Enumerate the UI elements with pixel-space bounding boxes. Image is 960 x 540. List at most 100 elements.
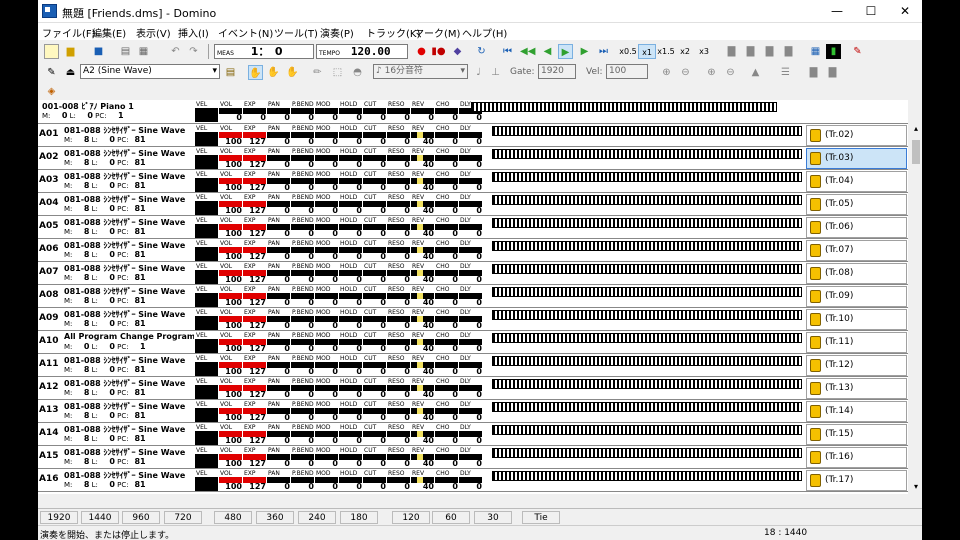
controller-reso[interactable]: RESO 0 (387, 148, 411, 169)
controller-dly[interactable]: DLY 0 (459, 125, 483, 146)
controller-cho[interactable]: CHO 0 (435, 378, 459, 399)
division-tick[interactable]: 60 (432, 511, 470, 524)
properties-icon[interactable]: ▤ (118, 44, 133, 59)
controller-pbend[interactable]: P.BEND 0 (291, 148, 315, 169)
controller-vel[interactable]: VEL (195, 217, 219, 238)
speed-button[interactable]: x2 (676, 44, 694, 59)
print-icon[interactable]: ▦ (136, 44, 151, 59)
tool-icon[interactable]: ▇ (724, 44, 739, 59)
controller-hold[interactable]: HOLD 0 (339, 401, 363, 422)
track-row[interactable]: A10 All Program Change Program C M: 0 L: 0 P… (38, 331, 908, 354)
controller-mod[interactable]: MOD 0 (315, 286, 339, 307)
controller-vol[interactable]: VOL 100 (219, 217, 243, 238)
track-keyboard[interactable] (492, 356, 802, 366)
controller-cut[interactable]: CUT 0 (363, 332, 387, 353)
controller-vol[interactable]: VOL 0 (219, 101, 243, 122)
track-output-button[interactable]: (Tr.04) (806, 171, 907, 192)
controller-exp[interactable]: EXP 127 (243, 125, 267, 146)
controller-cho[interactable]: CHO 0 (435, 125, 459, 146)
controller-mod[interactable]: MOD 0 (315, 424, 339, 445)
controller-reso[interactable]: RESO 0 (387, 101, 411, 122)
controller-exp[interactable]: EXP 127 (243, 470, 267, 491)
controller-vol[interactable]: VOL 100 (219, 194, 243, 215)
track-output-button[interactable]: (Tr.14) (806, 401, 907, 422)
controller-cho[interactable]: CHO 0 (435, 470, 459, 491)
track-row[interactable]: A05 081-088 ｼﾝｾｻｲｻﾞｰ Sine Wave M: 8 L: 0 PC:… (38, 216, 908, 239)
skip-start-icon[interactable]: ⏮ (500, 44, 515, 59)
controller-cut[interactable]: CUT 0 (363, 309, 387, 330)
controller-hold[interactable]: HOLD 0 (339, 217, 363, 238)
controller-hold[interactable]: HOLD 0 (339, 171, 363, 192)
controller-cho[interactable]: CHO 0 (435, 101, 459, 122)
controller-mod[interactable]: MOD 0 (315, 401, 339, 422)
controller-rev[interactable]: REV 40 (411, 447, 435, 468)
play-icon[interactable]: ▶ (558, 44, 573, 59)
controller-exp[interactable]: EXP 127 (243, 240, 267, 261)
track-output-button[interactable]: (Tr.10) (806, 309, 907, 330)
controller-cut[interactable]: CUT 0 (363, 171, 387, 192)
track-output-button[interactable]: (Tr.03) (806, 148, 907, 169)
controller-exp[interactable]: EXP 127 (243, 378, 267, 399)
controller-mod[interactable]: MOD 0 (315, 148, 339, 169)
controller-pan[interactable]: PAN 0 (267, 355, 291, 376)
division-tick[interactable]: 120 (392, 511, 430, 524)
controller-reso[interactable]: RESO 0 (387, 401, 411, 422)
controller-pan[interactable]: PAN 0 (267, 286, 291, 307)
minimize-button[interactable]: — (820, 0, 854, 23)
speed-button[interactable]: x1 (638, 44, 656, 59)
controller-vel[interactable]: VEL (195, 101, 219, 122)
controller-rev[interactable]: REV 0 (411, 101, 435, 122)
undo-icon[interactable]: ↶ (168, 44, 183, 59)
controller-cut[interactable]: CUT 0 (363, 125, 387, 146)
controller-cho[interactable]: CHO 0 (435, 447, 459, 468)
controller-cho[interactable]: CHO 0 (435, 263, 459, 284)
controller-reso[interactable]: RESO 0 (387, 240, 411, 261)
controller-mod[interactable]: MOD 0 (315, 332, 339, 353)
controller-dly[interactable]: DLY 0 (459, 470, 483, 491)
edit-tool-icon[interactable]: ✎ (44, 65, 59, 80)
controller-pan[interactable]: PAN 0 (267, 240, 291, 261)
controller-cut[interactable]: CUT 0 (363, 286, 387, 307)
division-tick[interactable]: 720 (164, 511, 202, 524)
controller-rev[interactable]: REV 40 (411, 355, 435, 376)
controller-cut[interactable]: CUT 0 (363, 401, 387, 422)
step-forward-icon[interactable]: ▶ (577, 44, 592, 59)
track-output-button[interactable]: (Tr.16) (806, 447, 907, 468)
controller-mod[interactable]: MOD 0 (315, 309, 339, 330)
controller-rev[interactable]: REV 40 (411, 378, 435, 399)
controller-pbend[interactable]: P.BEND 0 (291, 240, 315, 261)
controller-pan[interactable]: PAN 0 (267, 470, 291, 491)
tool-icon[interactable]: ▇ (806, 65, 821, 80)
track-row[interactable]: A04 081-088 ｼﾝｾｻｲｻﾞｰ Sine Wave M: 8 L: 0 PC:… (38, 193, 908, 216)
controller-cho[interactable]: CHO 0 (435, 240, 459, 261)
division-tick[interactable]: 480 (214, 511, 252, 524)
controller-exp[interactable]: EXP 127 (243, 309, 267, 330)
controller-cho[interactable]: CHO 0 (435, 355, 459, 376)
track-keyboard[interactable] (492, 172, 802, 182)
controller-rev[interactable]: REV 40 (411, 332, 435, 353)
controller-vol[interactable]: VOL 100 (219, 401, 243, 422)
settings-wrench-icon[interactable]: ✎ (850, 44, 865, 59)
controller-pbend[interactable]: P.BEND 0 (291, 309, 315, 330)
controller-dly[interactable]: DLY 0 (459, 194, 483, 215)
track-row[interactable]: A16 081-088 ｼﾝｾｻｲｻﾞｰ Sine Wave M: 8 L: 0 PC:… (38, 469, 908, 492)
controller-dly[interactable]: DLY 0 (459, 217, 483, 238)
controller-exp[interactable]: EXP 127 (243, 286, 267, 307)
track-keyboard[interactable] (492, 126, 802, 136)
controller-rev[interactable]: REV 40 (411, 148, 435, 169)
track-keyboard[interactable] (492, 195, 802, 205)
controller-mod[interactable]: MOD 0 (315, 125, 339, 146)
tool-icon[interactable]: ▇ (825, 65, 840, 80)
track-output-button[interactable]: (Tr.07) (806, 240, 907, 261)
vel-input[interactable]: 100 (606, 64, 648, 79)
controller-hold[interactable]: HOLD 0 (339, 286, 363, 307)
menu-item[interactable]: マーク(M) (414, 25, 460, 40)
controller-pbend[interactable]: P.BEND 0 (291, 424, 315, 445)
controller-vol[interactable]: VOL 100 (219, 240, 243, 261)
controller-cut[interactable]: CUT 0 (363, 447, 387, 468)
controller-exp[interactable]: EXP 127 (243, 194, 267, 215)
quantize-icon[interactable]: ⊥ (488, 65, 503, 80)
maximize-button[interactable]: ☐ (854, 0, 888, 23)
controller-rev[interactable]: REV 40 (411, 171, 435, 192)
save-icon[interactable]: ■ (91, 44, 106, 59)
